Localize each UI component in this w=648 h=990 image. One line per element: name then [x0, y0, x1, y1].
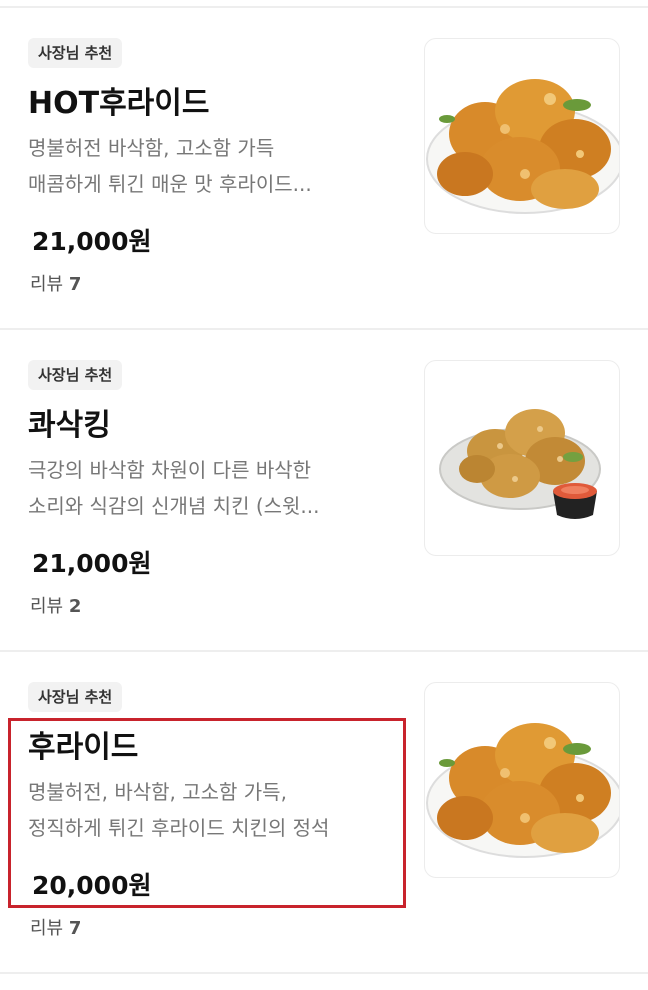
description-line: 명불허전 바삭함, 고소함 가득: [28, 136, 275, 160]
menu-item-description: 극강의 바삭함 차원이 다른 바삭한 소리와 식감의 신개념 치킨 (스윗...: [28, 452, 388, 524]
menu-item-price: 21,000원: [32, 549, 152, 578]
menu-item-description: 명불허전 바삭함, 고소함 가득 매콤하게 튀긴 매운 맛 후라이드...: [28, 130, 388, 202]
recommend-badge: 사장님 추천: [28, 360, 123, 390]
menu-item-price: 21,000원: [32, 227, 152, 256]
review-count[interactable]: 리뷰 7: [30, 914, 81, 940]
review-number: 7: [68, 274, 82, 295]
menu-item-name: HOT후라이드: [28, 86, 210, 121]
review-label: 리뷰: [30, 918, 64, 939]
recommend-badge: 사장님 추천: [28, 38, 123, 68]
review-label: 리뷰: [30, 274, 64, 295]
highlight-box: [8, 718, 406, 908]
recommend-badge: 사장님 추천: [28, 682, 123, 712]
menu-item-crispy-king[interactable]: 사장님 추천 콰삭킹 극강의 바삭함 차원이 다른 바삭한 소리와 식감의 신개…: [0, 322, 648, 642]
fried-chicken-plate-icon[interactable]: [424, 38, 620, 234]
review-label: 리뷰: [30, 596, 64, 617]
bottom-divider: [0, 972, 648, 974]
crispy-chicken-with-sauce-icon[interactable]: [424, 360, 620, 556]
menu-item-hot-fried[interactable]: 사장님 추천 HOT후라이드 명불허전 바삭함, 고소함 가득 매콤하게 튀긴 …: [0, 0, 648, 320]
description-line: 소리와 식감의 신개념 치킨 (스윗...: [28, 494, 320, 518]
description-line: 매콤하게 튀긴 매운 맛 후라이드...: [28, 172, 312, 196]
fried-chicken-plate-icon[interactable]: [424, 682, 620, 878]
review-count[interactable]: 리뷰 7: [30, 270, 81, 296]
description-line: 극강의 바삭함 차원이 다른 바삭한: [28, 458, 312, 482]
menu-item-name: 콰삭킹: [28, 408, 111, 443]
review-count[interactable]: 리뷰 2: [30, 592, 81, 618]
review-number: 2: [68, 596, 82, 617]
review-number: 7: [68, 918, 82, 939]
